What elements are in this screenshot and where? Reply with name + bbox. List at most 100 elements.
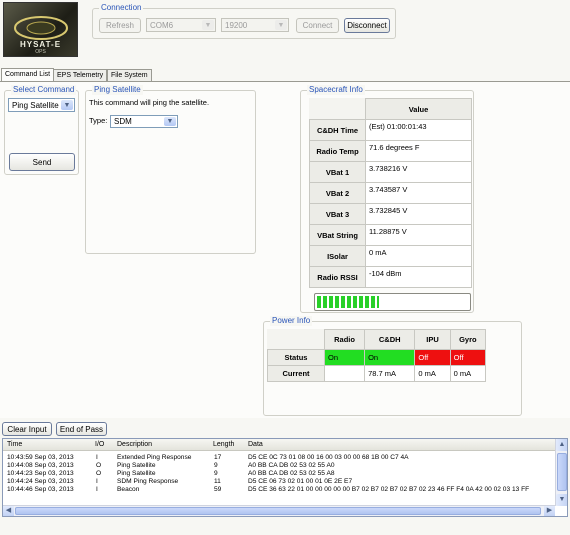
log-time: 10:44:24 Sep 03, 2013 — [7, 478, 74, 485]
select-command-title: Select Command — [11, 85, 77, 95]
row-label: Radio RSSI — [309, 266, 366, 288]
power-header: C&DH — [364, 329, 416, 350]
connect-button[interactable]: Connect — [296, 18, 339, 33]
log-header: Time I/O Description Length Data — [3, 439, 555, 451]
log-data: A0 BB CA DB 02 53 02 55 A0 — [248, 462, 335, 469]
row-label: VBat String — [309, 224, 366, 246]
type-select-value: SDM — [114, 117, 132, 126]
log-length: 59 — [214, 486, 222, 493]
baud-select[interactable]: 19200 ▼ — [221, 18, 289, 32]
status-radio: On — [323, 349, 366, 366]
status-gyro: Off — [449, 349, 487, 366]
ping-satellite-group: Ping Satellite This command will ping th… — [85, 85, 256, 254]
command-select[interactable]: Ping Satellite ▼ — [8, 98, 75, 112]
scroll-down-icon[interactable]: ▼ — [556, 494, 567, 506]
scroll-up-icon[interactable]: ▲ — [556, 439, 567, 451]
log-description: Extended Ping Response — [117, 454, 192, 461]
power-header: IPU — [414, 329, 451, 350]
log-description: SDM Ping Response — [117, 478, 179, 485]
row-value: 0 mA — [365, 245, 472, 267]
clear-input-button[interactable]: Clear Input — [2, 422, 52, 436]
port-select[interactable]: COM6 ▼ — [146, 18, 216, 32]
log-length: 17 — [214, 454, 222, 461]
log-description: Beacon — [117, 486, 140, 493]
table-row: C&DH Time (Est) 01:00:01:43 — [309, 119, 472, 141]
port-select-value: COM6 — [150, 20, 174, 30]
type-select[interactable]: SDM ▼ — [110, 115, 178, 128]
select-command-group: Select Command Ping Satellite ▼ Send — [4, 85, 79, 175]
column-io[interactable]: I/O — [95, 439, 104, 451]
current-cdh: 78.7 mA — [364, 365, 416, 382]
row-value: 11.28875 V — [365, 224, 472, 246]
log-data: A0 BB CA DB 02 53 02 55 A8 — [248, 470, 335, 477]
log-io: I — [96, 454, 98, 461]
power-info-title: Power Info — [270, 316, 313, 326]
header-blank — [267, 329, 325, 350]
app-logo: HYSAT-E OPS — [3, 2, 78, 57]
status-label: Status — [267, 349, 325, 366]
end-of-pass-button[interactable]: End of Pass — [56, 422, 107, 436]
log-description: Ping Satellite — [117, 470, 156, 477]
column-time[interactable]: Time — [7, 439, 22, 451]
ping-description: This command will ping the satellite. — [89, 98, 210, 107]
scroll-left-icon[interactable]: ◀ — [3, 506, 14, 516]
connection-group: Connection Refresh COM6 ▼ 19200 ▼ Connec… — [92, 3, 396, 39]
status-cdh: On — [364, 349, 416, 366]
row-label: VBat 3 — [309, 203, 366, 225]
scroll-thumb[interactable] — [557, 453, 567, 491]
row-label: Radio Temp — [309, 140, 366, 162]
table-row: VBat 1 3.738216 V — [309, 161, 472, 183]
row-value: (Est) 01:00:01:43 — [365, 119, 472, 141]
chevron-down-icon: ▼ — [61, 100, 73, 110]
chevron-down-icon: ▼ — [164, 117, 176, 126]
current-radio — [323, 365, 366, 382]
baud-select-value: 19200 — [225, 20, 248, 30]
current-ipu: 0 mA — [414, 365, 451, 382]
row-value: -104 dBm — [365, 266, 472, 288]
send-button[interactable]: Send — [9, 153, 75, 171]
logo-emblem-icon — [14, 16, 68, 40]
tab-eps-telemetry[interactable]: EPS Telemetry — [53, 69, 108, 81]
log-list[interactable]: Time I/O Description Length Data 10:43:5… — [2, 438, 568, 517]
table-row: Radio Temp 71.6 degrees F — [309, 140, 472, 162]
scroll-thumb-horizontal[interactable] — [15, 507, 541, 515]
table-row: VBat 3 3.732845 V — [309, 203, 472, 225]
command-select-value: Ping Satellite — [12, 100, 59, 110]
current-gyro: 0 mA — [449, 365, 487, 382]
log-length: 9 — [214, 462, 218, 469]
row-value: 3.743587 V — [365, 182, 472, 204]
spacecraft-info-title: Spacecraft Info — [307, 85, 365, 95]
log-horizontal-scrollbar[interactable]: ◀ ▶ — [3, 505, 555, 516]
column-description[interactable]: Description — [117, 439, 152, 451]
log-length: 9 — [214, 470, 218, 477]
spacecraft-header-row: Value — [309, 98, 472, 120]
row-value: 71.6 degrees F — [365, 140, 472, 162]
table-row: Radio RSSI -104 dBm — [309, 266, 472, 288]
log-vertical-scrollbar[interactable]: ▲ ▼ — [555, 439, 567, 506]
scroll-right-icon[interactable]: ▶ — [544, 506, 555, 516]
refresh-button[interactable]: Refresh — [99, 18, 141, 33]
logo-subtext: OPS — [35, 49, 46, 55]
column-data[interactable]: Data — [248, 439, 263, 451]
signal-meter-fill — [317, 296, 379, 308]
log-io: I — [96, 478, 98, 485]
disconnect-button[interactable]: Disconnect — [344, 18, 390, 33]
row-value: 3.732845 V — [365, 203, 472, 225]
table-row: VBat String 11.28875 V — [309, 224, 472, 246]
log-data: D5 CE 0C 73 01 08 00 16 00 03 00 00 68 1… — [248, 454, 409, 461]
log-time: 10:44:46 Sep 03, 2013 — [7, 486, 74, 493]
current-label: Current — [267, 365, 325, 382]
table-row: ISolar 0 mA — [309, 245, 472, 267]
table-row: VBat 2 3.743587 V — [309, 182, 472, 204]
tab-command-list[interactable]: Command List — [1, 68, 55, 81]
log-io: I — [96, 486, 98, 493]
power-current-row: Current 78.7 mA 0 mA 0 mA — [267, 365, 487, 382]
power-header-row: Radio C&DH IPU Gyro — [267, 329, 487, 350]
log-length: 11 — [214, 478, 221, 485]
log-rows: 10:43:59 Sep 03, 2013 I Extended Ping Re… — [3, 452, 555, 506]
logo-text: HYSAT-E — [19, 40, 62, 49]
column-length[interactable]: Length — [213, 439, 234, 451]
tab-file-system[interactable]: File System — [107, 69, 152, 81]
ping-satellite-title: Ping Satellite — [92, 85, 143, 95]
signal-meter — [314, 293, 471, 311]
